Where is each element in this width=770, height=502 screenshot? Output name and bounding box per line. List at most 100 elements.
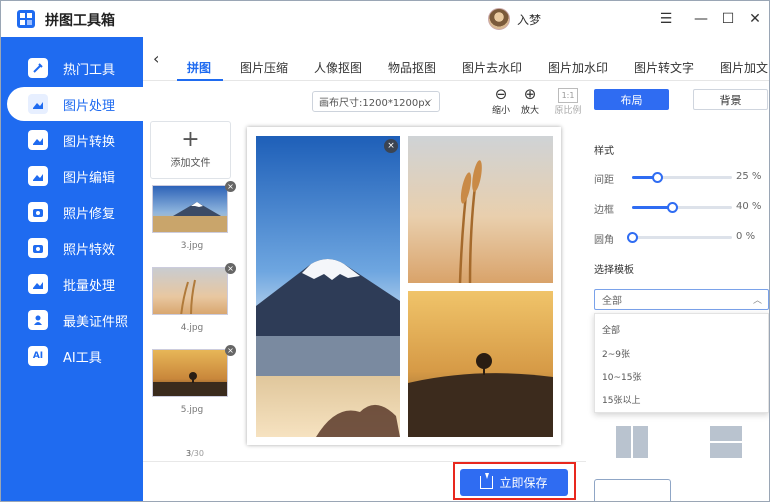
canvas-size-select[interactable]: 画布尺寸:1200*1200px ⌵	[312, 91, 440, 112]
thumbnail-1[interactable]	[152, 185, 228, 233]
collage-cell-wheat[interactable]	[408, 136, 553, 283]
photo-repair-icon	[28, 202, 48, 222]
thumb-filename: 3.jpg	[180, 241, 204, 251]
remove-cell-icon[interactable]: ×	[384, 139, 398, 153]
canvas-size-value: 画布尺寸:1200*1200px	[319, 98, 431, 109]
id-photo-icon	[28, 310, 48, 330]
spacing-value: 25 %	[736, 171, 766, 182]
add-file-button[interactable]: + 添加文件	[150, 121, 231, 179]
radius-unit: %	[745, 231, 756, 242]
original-ratio-label: 原比例	[554, 106, 582, 116]
sidebar-item-id-photo[interactable]: 最美证件照	[1, 303, 143, 337]
template-option-2-9[interactable]: 2~9张	[602, 347, 630, 360]
tab-layout[interactable]: 布局	[594, 89, 669, 110]
zoom-out-icon: ⊖	[494, 85, 508, 103]
spacing-number: 25	[736, 171, 749, 182]
sidebar: 热门工具 图片处理 图片转换 图片编辑 照片修复 照片特效 批量处理 最美证件照…	[1, 37, 143, 501]
sidebar-item-label: 最美证件照	[63, 314, 129, 330]
tab-bar: ‹ 拼图 图片压缩 人像抠图 物品抠图 图片去水印 图片加水印 图片转文字 图片…	[143, 37, 769, 81]
sidebar-item-ai-tools[interactable]: AI AI工具	[1, 339, 143, 373]
layout-template-button[interactable]	[594, 479, 671, 501]
sidebar-item-label: 图片处理	[63, 98, 116, 114]
ratio-icon: 1:1	[558, 88, 578, 103]
tab-add-watermark[interactable]: 图片加水印	[548, 59, 608, 76]
collage-cell-mountain[interactable]	[256, 136, 400, 437]
tab-image-to-text[interactable]: 图片转文字	[634, 59, 694, 76]
radius-label: 圆角	[594, 235, 614, 246]
title-bar: 拼图工具箱 入梦 ☰ — ☐ ✕	[1, 1, 769, 37]
thumb-filename: 4.jpg	[180, 323, 204, 333]
thumbnail-2[interactable]	[152, 267, 228, 315]
thumbnail-3[interactable]	[152, 349, 228, 397]
tab-portrait-cutout[interactable]: 人像抠图	[314, 59, 362, 76]
border-label: 边框	[594, 205, 614, 216]
username: 入梦	[517, 12, 542, 27]
plus-icon: +	[181, 127, 200, 152]
sunset-thumb-image	[153, 350, 227, 396]
avatar[interactable]	[488, 8, 510, 30]
layout-two-rows-icon[interactable]	[710, 426, 742, 458]
wheat-image	[408, 136, 553, 283]
collage-cell-sunset[interactable]	[408, 291, 553, 437]
thumb-filename: 5.jpg	[180, 405, 204, 415]
slider-knob[interactable]	[667, 202, 678, 213]
tab-compress[interactable]: 图片压缩	[240, 59, 288, 76]
template-option-15-plus[interactable]: 15张以上	[602, 393, 640, 406]
close-button[interactable]: ✕	[745, 9, 765, 29]
border-slider[interactable]	[632, 202, 732, 213]
tab-object-cutout[interactable]: 物品抠图	[388, 59, 436, 76]
tab-add-text[interactable]: 图片加文	[720, 59, 768, 76]
slider-knob[interactable]	[652, 172, 663, 183]
slider-knob[interactable]	[627, 232, 638, 243]
sidebar-item-image-convert[interactable]: 图片转换	[1, 123, 143, 157]
batch-icon	[28, 274, 48, 294]
sidebar-item-hot-tools[interactable]: 热门工具	[1, 51, 143, 85]
mountain-image	[256, 136, 400, 437]
image-process-icon	[28, 94, 48, 114]
zoom-out-button[interactable]: ⊖ 缩小	[486, 85, 516, 117]
remove-thumb-icon[interactable]: ×	[225, 263, 236, 274]
download-icon	[480, 473, 494, 489]
radius-value: 0 %	[736, 231, 766, 242]
app-window: 拼图工具箱 入梦 ☰ — ☐ ✕ 热门工具 图片处理 图片转换 图片编辑 照片修…	[0, 0, 770, 502]
tab-remove-watermark[interactable]: 图片去水印	[462, 59, 522, 76]
tab-background[interactable]: 背景	[693, 89, 768, 110]
border-value: 40 %	[736, 201, 766, 212]
user-profile[interactable]: 入梦	[488, 8, 541, 30]
template-select[interactable]: 全部 ︿	[594, 289, 769, 310]
back-arrow-icon[interactable]: ‹	[153, 49, 159, 68]
remove-thumb-icon[interactable]: ×	[225, 181, 236, 192]
remove-thumb-icon[interactable]: ×	[225, 345, 236, 356]
template-selected-value: 全部	[602, 296, 622, 307]
sidebar-item-photo-effect[interactable]: 照片特效	[1, 231, 143, 265]
layout-two-columns-icon[interactable]	[616, 426, 648, 458]
tab-collage[interactable]: 拼图	[187, 59, 211, 76]
sidebar-item-label: 图片转换	[63, 134, 116, 150]
chevron-up-icon: ︿	[752, 296, 762, 306]
active-tab-indicator	[177, 79, 223, 81]
app-logo-icon	[17, 10, 35, 28]
sidebar-item-image-edit[interactable]: 图片编辑	[1, 159, 143, 193]
minimize-button[interactable]: —	[691, 9, 711, 29]
template-section-title: 选择模板	[594, 265, 634, 276]
sidebar-item-label: AI工具	[63, 350, 102, 366]
border-unit: %	[751, 201, 762, 212]
ai-icon: AI	[28, 346, 48, 366]
spacing-slider[interactable]	[632, 172, 732, 183]
template-option-all[interactable]: 全部	[602, 323, 620, 336]
style-section-title: 样式	[594, 146, 614, 157]
file-count-total: /30	[191, 449, 204, 458]
save-button[interactable]: 立即保存	[460, 469, 568, 496]
sunset-image	[408, 291, 553, 437]
sidebar-item-label: 热门工具	[63, 62, 116, 78]
template-option-10-15[interactable]: 10~15张	[602, 370, 641, 383]
sidebar-item-batch[interactable]: 批量处理	[1, 267, 143, 301]
radius-slider[interactable]	[627, 232, 732, 243]
zoom-in-button[interactable]: ⊕ 放大	[515, 86, 545, 117]
sidebar-item-image-process[interactable]: 图片处理	[7, 87, 143, 121]
maximize-button[interactable]: ☐	[718, 9, 738, 29]
chevron-down-icon: ⌵	[424, 95, 432, 106]
original-ratio-button[interactable]: 1:1 原比例	[553, 87, 583, 116]
menu-icon[interactable]: ☰	[656, 9, 676, 29]
sidebar-item-photo-repair[interactable]: 照片修复	[1, 195, 143, 229]
